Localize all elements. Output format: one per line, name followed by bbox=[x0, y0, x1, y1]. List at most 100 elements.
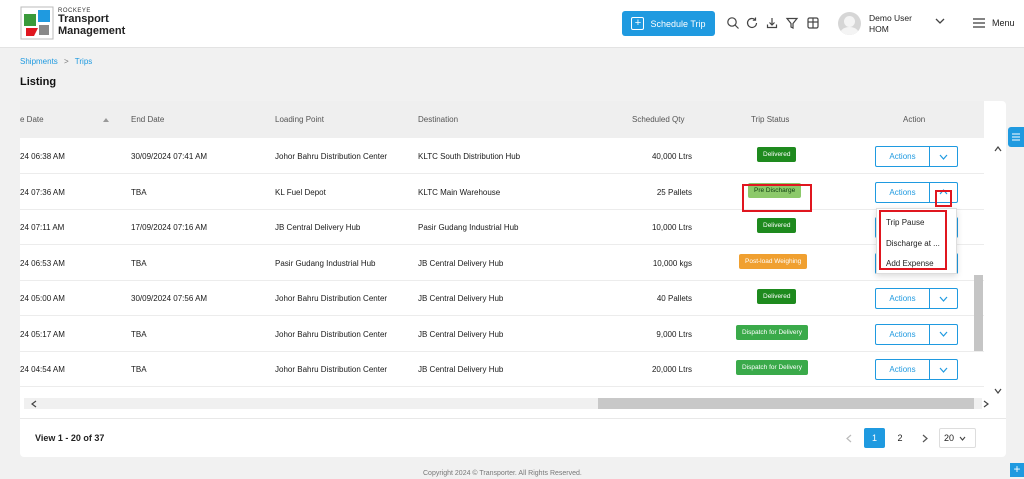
table-row: 24 06:38 AM 30/09/2024 07:41 AM Johor Bahr… bbox=[20, 138, 984, 174]
table-row: 24 07:36 AM TBA KL Fuel Depot KLTC Main War… bbox=[20, 174, 984, 210]
hamburger-icon bbox=[973, 18, 985, 28]
horizontal-scrollbar-thumb[interactable] bbox=[598, 398, 974, 409]
status-badge: Dispatch for Delivery bbox=[736, 324, 808, 340]
user-name: Demo User bbox=[869, 13, 912, 23]
cell-start-date: 24 07:11 AM bbox=[20, 223, 65, 232]
cell-destination: JB Central Delivery Hub bbox=[418, 258, 504, 268]
actions-dropdown-toggle[interactable] bbox=[930, 289, 957, 308]
breadcrumb-trips[interactable]: Trips bbox=[75, 57, 92, 66]
cell-scheduled-qty: 40,000 Ltrs bbox=[651, 152, 692, 161]
highlight-dropdown-toggle-box bbox=[935, 190, 952, 207]
prev-page-icon[interactable] bbox=[846, 434, 852, 443]
column-trip-status[interactable]: Trip Status bbox=[751, 115, 789, 124]
add-floating-button[interactable]: + bbox=[1010, 463, 1024, 477]
avatar[interactable] bbox=[838, 12, 861, 35]
menu-label: Menu bbox=[992, 18, 1015, 28]
next-page-icon[interactable] bbox=[922, 434, 928, 443]
user-info[interactable]: Demo User HOM bbox=[869, 13, 912, 34]
columns-icon[interactable] bbox=[806, 16, 820, 30]
actions-button[interactable]: Actions bbox=[876, 289, 930, 308]
cell-start-date: 24 05:00 AM bbox=[20, 294, 65, 303]
breadcrumb-shipments[interactable]: Shipments bbox=[20, 57, 58, 66]
scroll-down-icon[interactable] bbox=[994, 388, 1002, 394]
divider bbox=[20, 418, 1006, 419]
column-end-date[interactable]: End Date bbox=[131, 115, 164, 124]
table-body: 24 06:38 AM 30/09/2024 07:41 AM Johor Bahr… bbox=[20, 138, 984, 398]
cell-loading-point: Johor Bahru Distribution Center bbox=[275, 152, 388, 161]
page-size-select[interactable]: 20 bbox=[939, 428, 976, 448]
cell-end-date: TBA bbox=[131, 187, 147, 197]
search-icon[interactable] bbox=[726, 16, 740, 30]
column-scheduled-qty[interactable]: Scheduled Qty bbox=[632, 115, 684, 124]
cell-start-date: 24 06:38 AM bbox=[20, 152, 65, 161]
actions-button-group: Actions bbox=[875, 146, 958, 167]
actions-button[interactable]: Actions bbox=[876, 324, 930, 344]
cell-end-date: TBA bbox=[131, 258, 147, 268]
table-row: 24 05:17 AM TBA Johor Bahru Distribution C… bbox=[20, 316, 984, 352]
column-action: Action bbox=[903, 115, 926, 124]
menu-button[interactable]: Menu bbox=[973, 18, 1015, 28]
scroll-right-icon[interactable] bbox=[983, 400, 989, 408]
column-start-date[interactable]: e Date bbox=[20, 115, 44, 124]
chevron-down-icon bbox=[959, 436, 966, 441]
sliders-icon bbox=[1012, 133, 1020, 141]
breadcrumb-separator: > bbox=[64, 57, 69, 66]
chevron-down-icon bbox=[939, 331, 948, 337]
cell-loading-point: JB Central Delivery Hub bbox=[275, 223, 361, 232]
actions-dropdown-toggle[interactable] bbox=[930, 360, 957, 379]
page-title: Listing bbox=[20, 76, 57, 88]
actions-dropdown-toggle[interactable] bbox=[930, 147, 957, 166]
page-1-button[interactable]: 1 bbox=[864, 428, 885, 448]
user-role: HOM bbox=[869, 23, 889, 34]
table-row: 24 05:00 AM 30/09/2024 07:56 AM Johor Bahr… bbox=[20, 280, 984, 316]
cell-loading-point: Johor Bahru Distribution Center bbox=[275, 365, 388, 374]
filter-icon[interactable] bbox=[785, 16, 799, 30]
brand-name: ROCKEYE Transport Management bbox=[58, 8, 125, 37]
status-badge: Delivered bbox=[757, 147, 797, 162]
table-row: 24 07:11 AM 17/09/2024 07:16 AM JB Central… bbox=[20, 209, 984, 245]
actions-button[interactable]: Actions bbox=[876, 360, 930, 379]
column-destination[interactable]: Destination bbox=[418, 115, 458, 124]
table-row: 24 06:53 AM TBA Pasir Gudang Industrial Hu… bbox=[20, 245, 984, 281]
cell-end-date: TBA bbox=[131, 365, 147, 374]
cell-start-date: 24 07:36 AM bbox=[20, 187, 65, 197]
vertical-scrollbar-thumb[interactable] bbox=[974, 275, 983, 351]
chevron-down-icon[interactable] bbox=[935, 18, 945, 25]
actions-dropdown-toggle[interactable] bbox=[930, 325, 957, 344]
schedule-trip-button[interactable]: + Schedule Trip bbox=[622, 11, 715, 36]
settings-panel-tab[interactable] bbox=[1008, 127, 1024, 147]
chevron-down-icon bbox=[939, 296, 948, 302]
plus-icon: + bbox=[631, 17, 645, 30]
cell-scheduled-qty: 25 Pallets bbox=[656, 187, 692, 197]
top-header: ROCKEYE Transport Management + Schedule … bbox=[0, 0, 1024, 48]
cell-scheduled-qty: 20,000 Ltrs bbox=[651, 365, 692, 374]
cell-destination: JB Central Delivery Hub bbox=[418, 329, 504, 339]
sort-icon[interactable] bbox=[103, 118, 109, 124]
cell-destination: KLTC South Distribution Hub bbox=[418, 152, 521, 161]
status-badge: Delivered bbox=[757, 218, 797, 233]
cell-destination: KLTC Main Warehouse bbox=[418, 187, 501, 197]
column-loading-point[interactable]: Loading Point bbox=[275, 115, 324, 124]
download-icon[interactable] bbox=[765, 16, 779, 30]
pagination-summary: View 1 - 20 of 37 bbox=[35, 433, 105, 443]
scroll-left-icon[interactable] bbox=[31, 400, 37, 408]
breadcrumb: Shipments > Trips bbox=[20, 57, 92, 66]
actions-button-group: Actions bbox=[875, 359, 958, 380]
cell-start-date: 24 04:54 AM bbox=[20, 365, 65, 374]
refresh-icon[interactable] bbox=[745, 16, 759, 30]
page-2-button[interactable]: 2 bbox=[892, 428, 908, 448]
chevron-down-icon bbox=[939, 154, 948, 160]
cell-loading-point: Johor Bahru Distribution Center bbox=[275, 294, 388, 303]
highlight-status-box bbox=[742, 184, 812, 212]
cell-end-date: 30/09/2024 07:56 AM bbox=[131, 294, 208, 303]
cell-destination: JB Central Delivery Hub bbox=[418, 365, 504, 374]
cell-end-date: 17/09/2024 07:16 AM bbox=[131, 223, 208, 232]
actions-button[interactable]: Actions bbox=[876, 147, 930, 166]
cell-destination: JB Central Delivery Hub bbox=[418, 294, 504, 303]
table-row: 24 04:54 AM TBA Johor Bahru Distribution C… bbox=[20, 351, 984, 387]
actions-button[interactable]: Actions bbox=[876, 182, 930, 202]
cell-scheduled-qty: 10,000 Ltrs bbox=[651, 223, 692, 232]
cell-scheduled-qty: 9,000 Ltrs bbox=[656, 329, 692, 339]
copyright-text: Copyright 2024 © Transporter. All Rights… bbox=[423, 470, 582, 477]
scroll-up-icon[interactable] bbox=[994, 146, 1002, 152]
